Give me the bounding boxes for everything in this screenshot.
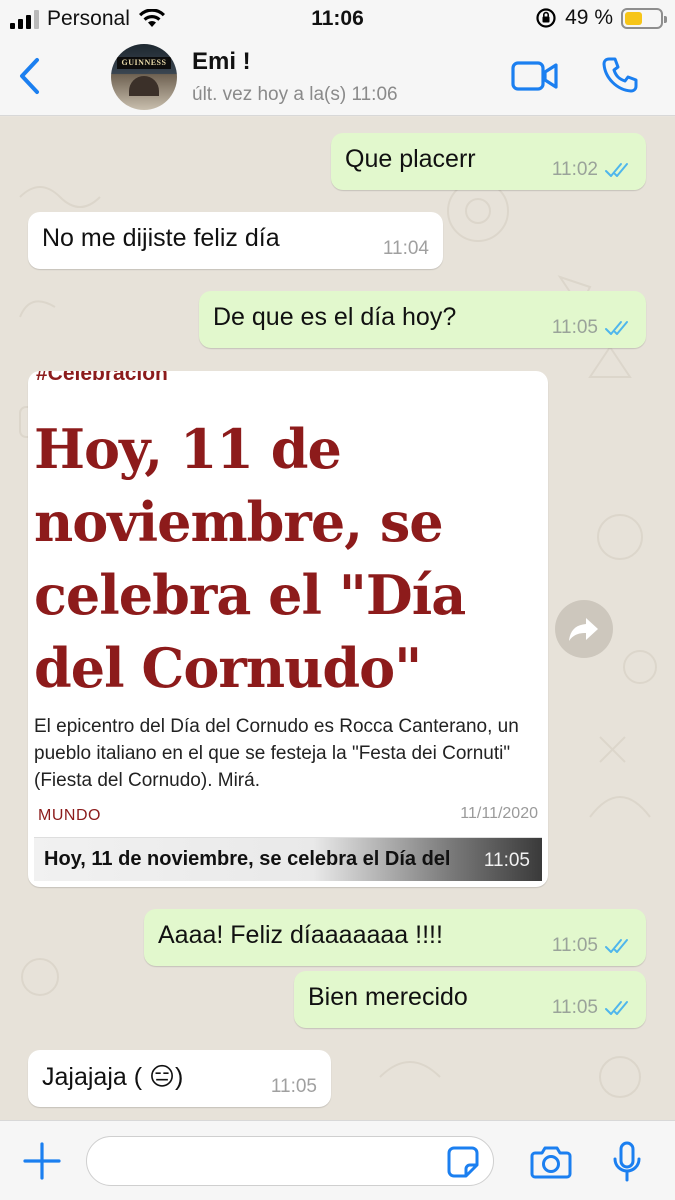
status-right: 49 % <box>535 6 667 30</box>
card-date: 11/11/2020 <box>460 805 538 822</box>
message-time: 11:05 <box>551 935 598 956</box>
microphone-icon[interactable] <box>611 1141 643 1183</box>
battery-percent: 49 % <box>565 6 613 29</box>
battery-icon <box>621 7 667 29</box>
card-link-title: Hoy, 11 de noviembre, se celebra el Día … <box>44 848 451 870</box>
contact-name[interactable]: Emi ! <box>192 48 251 76</box>
message-time: 11:05 <box>270 1076 317 1097</box>
sticker-icon[interactable] <box>446 1145 480 1179</box>
message-text: No me dijiste feliz día <box>42 224 280 252</box>
chat-messages[interactable]: Que placerr 11:02 No me dijiste feliz dí… <box>0 117 675 1120</box>
avatar[interactable]: GUINNESS <box>111 44 177 110</box>
message-meta: 11:02 <box>552 159 632 181</box>
message-time: 11:02 <box>551 159 598 180</box>
forward-arrow-icon <box>569 618 598 641</box>
message-time: 11:05 <box>551 997 598 1018</box>
message-text: Aaaa! Feliz díaaaaaaa !!!! <box>158 921 443 949</box>
message-meta: 11:04 <box>383 238 429 260</box>
message-text: Que placerr <box>345 145 476 173</box>
message-bubble-incoming[interactable]: Jajajaja ( 😑) 11:05 <box>28 1050 331 1107</box>
link-preview-card[interactable]: #Celebración Hoy, 11 de noviembre, se ce… <box>28 371 548 887</box>
message-bubble-outgoing[interactable]: De que es el día hoy? 11:05 <box>199 291 646 348</box>
message-meta: 11:05 <box>552 935 632 957</box>
message-text: Jajajaja ( 😑) <box>42 1063 184 1091</box>
read-ticks-icon <box>605 1001 628 1015</box>
message-bubble-outgoing[interactable]: Que placerr 11:02 <box>331 133 646 190</box>
video-call-button[interactable] <box>511 58 559 94</box>
card-link-footer[interactable]: Hoy, 11 de noviembre, se celebra el Día … <box>34 837 542 881</box>
message-meta: 11:05 <box>552 317 632 339</box>
message-time: 11:05 <box>483 850 530 871</box>
read-ticks-icon <box>605 939 628 953</box>
orientation-lock-icon <box>536 8 556 28</box>
read-ticks-icon <box>605 321 628 335</box>
message-meta: 11:05 <box>271 1076 317 1098</box>
avatar-sign-text: GUINNESS <box>117 57 171 69</box>
plus-icon[interactable] <box>22 1141 62 1181</box>
card-headline: Hoy, 11 de noviembre, se celebra el "Día… <box>34 417 466 700</box>
battery-level <box>625 11 642 25</box>
message-time: 11:05 <box>551 317 598 338</box>
last-seen-status: últ. vez hoy a la(s) 11:06 <box>192 84 398 105</box>
status-bar: Personal 11:06 49 % <box>0 0 675 38</box>
message-time: 11:04 <box>382 238 429 259</box>
avatar-arch <box>129 76 159 96</box>
card-tag: #Celebración <box>36 371 168 385</box>
message-bubble-outgoing[interactable]: Bien merecido 11:05 <box>294 971 646 1028</box>
message-bubble-outgoing[interactable]: Aaaa! Feliz díaaaaaaa !!!! 11:05 <box>144 909 646 966</box>
chevron-left-icon[interactable] <box>12 52 48 100</box>
message-text: De que es el día hoy? <box>213 303 457 331</box>
card-description: El epicentro del Día del Cornudo es Rocc… <box>34 716 519 791</box>
chat-header: GUINNESS Emi ! últ. vez hoy a la(s) 11:0… <box>0 38 675 116</box>
card-category: MUNDO <box>38 807 101 824</box>
forward-button[interactable] <box>555 600 613 658</box>
message-meta: 11:05 <box>552 997 632 1019</box>
camera-icon[interactable] <box>529 1144 573 1180</box>
read-ticks-icon <box>605 163 628 177</box>
phone-call-button[interactable] <box>600 55 640 95</box>
message-bubble-incoming[interactable]: No me dijiste feliz día 11:04 <box>28 212 443 269</box>
message-text: Bien merecido <box>308 983 468 1011</box>
composer-bar <box>0 1120 675 1200</box>
message-input[interactable] <box>86 1136 494 1186</box>
